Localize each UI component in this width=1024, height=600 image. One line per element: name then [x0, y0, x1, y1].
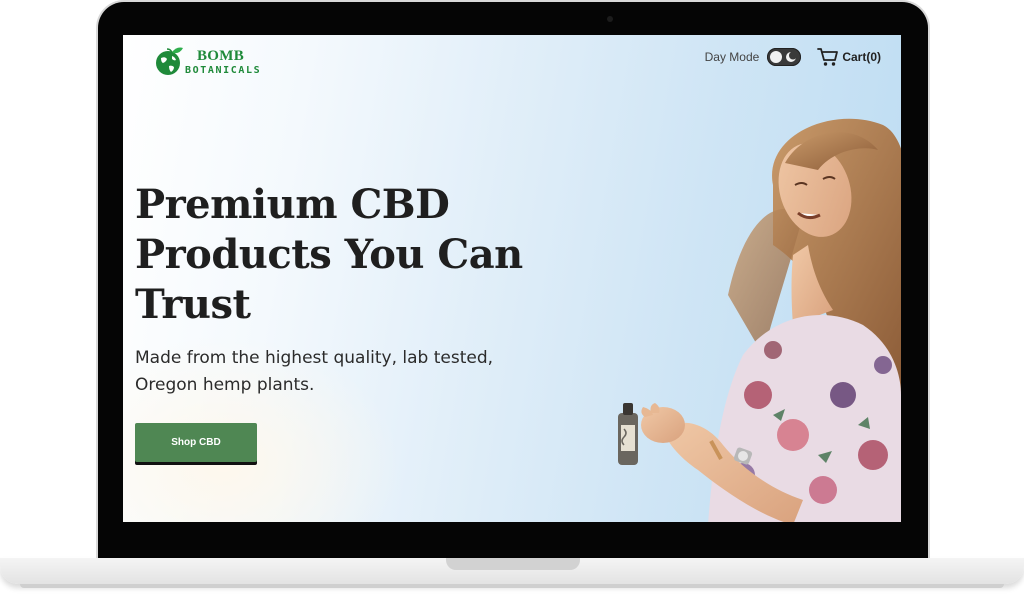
laptop-mockup: BOMB BOTANICALS Day Mode Cart(0) Premium… [0, 0, 1024, 600]
brand-logo[interactable]: BOMB BOTANICALS [154, 39, 274, 79]
logo-text-bomb: BOMB [197, 48, 245, 64]
day-mode-toggle[interactable] [767, 48, 802, 66]
globe-leaf-logo-icon [156, 47, 183, 75]
day-mode-label: Day Mode [704, 50, 760, 64]
webcam [607, 16, 613, 22]
toggle-knob [770, 51, 783, 63]
logo-text-botanicals: BOTANICALS [185, 65, 262, 76]
website-screen: BOMB BOTANICALS Day Mode Cart(0) Premium… [123, 35, 901, 522]
laptop-base-notch [446, 558, 580, 570]
cart-label: Cart(0) [842, 50, 881, 64]
moon-icon [786, 51, 798, 62]
day-mode-control: Day Mode [705, 48, 802, 66]
header-actions: Day Mode Cart(0) [705, 47, 881, 67]
cart-icon [817, 48, 839, 66]
cart-link[interactable]: Cart(0) [817, 47, 881, 67]
shop-cbd-button[interactable]: Shop CBD [135, 423, 257, 462]
hero-photo-woman-with-cbd-bottle [618, 118, 901, 522]
laptop-base-shadow [20, 584, 1004, 588]
